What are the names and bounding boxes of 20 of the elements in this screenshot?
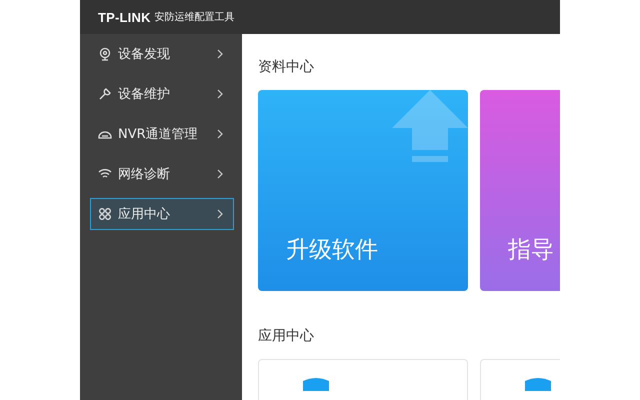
sidebar-item[interactable]: 设备发现 [90, 38, 234, 70]
chevron-right-icon [217, 49, 223, 59]
sidebar-item[interactable]: NVR通道管理 [90, 118, 234, 150]
apps-icon [98, 207, 112, 221]
sidebar-item[interactable]: 应用中心 [90, 198, 234, 230]
camera-icon [98, 47, 112, 61]
sidebar-item[interactable]: 设备维护 [90, 78, 234, 110]
section-heading: 资料中心 [258, 58, 315, 76]
app-title: 安防运维配置工具 [154, 10, 235, 24]
section-heading: 应用中心 [258, 327, 315, 345]
chevron-right-icon [217, 129, 223, 139]
app-icon [525, 377, 551, 391]
app-icon [303, 377, 329, 391]
logo: TP-LINK [98, 10, 151, 24]
chevron-right-icon [217, 169, 223, 179]
sidebar-item[interactable]: 网络诊断 [90, 158, 234, 190]
resource-card[interactable]: 指导 [480, 90, 560, 291]
wrench-icon [98, 87, 112, 101]
chevron-right-icon [217, 89, 223, 99]
chevron-right-icon [217, 209, 223, 219]
